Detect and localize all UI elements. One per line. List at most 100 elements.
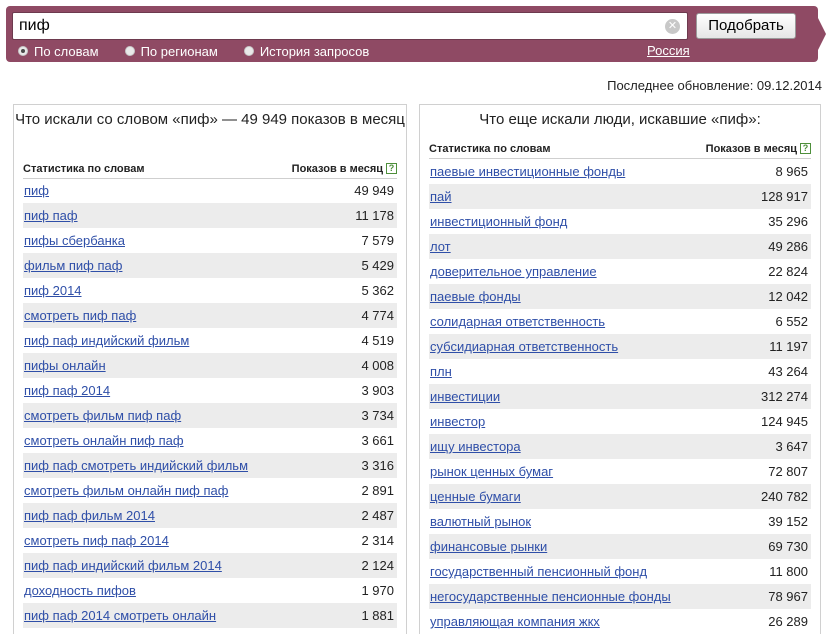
table-row: смотреть пиф паф 2014 2 314 xyxy=(23,528,397,553)
keyword-link[interactable]: смотреть пиф паф xyxy=(24,308,136,323)
keyword-link[interactable]: плн xyxy=(430,364,452,379)
region-link[interactable]: Россия xyxy=(647,43,690,58)
table-row: финансовые рынки 69 730 xyxy=(429,534,811,559)
column-count-header: Показов в месяц? xyxy=(292,163,397,175)
keyword-link[interactable]: пифы онлайн xyxy=(24,358,106,373)
keyword-link[interactable]: смотреть фильм онлайн пиф паф xyxy=(24,483,228,498)
search-mode-tabs: По словам По регионам История запросов xyxy=(18,43,395,59)
impressions-count: 78 967 xyxy=(768,589,808,604)
impressions-count: 2 487 xyxy=(361,508,394,523)
keyword-link[interactable]: пиф паф 2014 смотреть онлайн xyxy=(24,608,216,623)
impressions-count: 22 824 xyxy=(768,264,808,279)
radio-icon-checked[interactable] xyxy=(18,46,28,56)
clear-icon[interactable]: ✕ xyxy=(665,19,680,34)
keyword-link[interactable]: пифы сбербанка xyxy=(24,233,125,248)
table-row: паевые инвестиционные фонды 8 965 xyxy=(429,159,811,184)
keyword-link[interactable]: пиф паф смотреть индийский фильм xyxy=(24,458,248,473)
tab-by-regions[interactable]: По регионам xyxy=(124,44,218,59)
panel-title: Что еще искали люди, искавшие «пиф»: xyxy=(479,111,761,128)
radio-icon[interactable] xyxy=(243,46,254,56)
impressions-count: 1 881 xyxy=(361,608,394,623)
table-row: рынок ценных бумаг 72 807 xyxy=(429,459,811,484)
keyword-link[interactable]: паевые фонды xyxy=(430,289,521,304)
keyword-link[interactable]: солидарная ответственность xyxy=(430,314,605,329)
impressions-count: 4 008 xyxy=(361,358,394,373)
impressions-count: 3 661 xyxy=(361,433,394,448)
table-row: лот 49 286 xyxy=(429,234,811,259)
keyword-link[interactable]: пиф xyxy=(24,183,49,198)
table-row: солидарная ответственность 6 552 xyxy=(429,309,811,334)
help-icon[interactable]: ? xyxy=(800,143,811,154)
search-input[interactable] xyxy=(19,16,659,36)
impressions-count: 6 552 xyxy=(775,314,808,329)
table-row: плн 43 264 xyxy=(429,359,811,384)
radio-icon[interactable] xyxy=(124,46,135,56)
table-row: пиф паф 11 178 xyxy=(23,203,397,228)
table-row: пифы онлайн 4 008 xyxy=(23,353,397,378)
tab-query-history[interactable]: История запросов xyxy=(243,44,369,59)
impressions-count: 35 296 xyxy=(768,214,808,229)
table-row: негосударственные пенсионные фонды 78 967 xyxy=(429,584,811,609)
keyword-link[interactable]: смотреть фильм пиф паф xyxy=(24,408,181,423)
keyword-link[interactable]: лот xyxy=(430,239,451,254)
table-row: инвестор 124 945 xyxy=(429,409,811,434)
impressions-count: 12 042 xyxy=(768,289,808,304)
table-row: пиф паф 2014 смотреть онлайн 1 881 xyxy=(23,603,397,628)
keyword-link[interactable]: негосударственные пенсионные фонды xyxy=(430,589,671,604)
table-row: пиф паф 2014 3 903 xyxy=(23,378,397,403)
impressions-count: 26 289 xyxy=(768,614,808,629)
keyword-link[interactable]: субсидиарная ответственность xyxy=(430,339,618,354)
impressions-count: 11 178 xyxy=(355,208,394,223)
keyword-link[interactable]: инвестиции xyxy=(430,389,500,404)
help-icon[interactable]: ? xyxy=(386,163,397,174)
keyword-link[interactable]: ценные бумаги xyxy=(430,489,521,504)
keyword-link[interactable]: пиф 2014 xyxy=(24,283,82,298)
related-searches-panel: Что еще искали люди, искавшие «пиф»: Ста… xyxy=(419,104,821,634)
tab-by-words[interactable]: По словам xyxy=(18,44,99,59)
keyword-link[interactable]: доверительное управление xyxy=(430,264,597,279)
keyword-link[interactable]: пиф паф xyxy=(24,208,78,223)
impressions-count: 124 945 xyxy=(761,414,808,429)
related-table: паевые инвестиционные фонды 8 965 пай 128 9… xyxy=(429,159,811,634)
impressions-count: 4 774 xyxy=(361,308,394,323)
column-count-header: Показов в месяц? xyxy=(706,143,811,155)
keyword-link[interactable]: смотреть пиф паф 2014 xyxy=(24,533,169,548)
keyword-link[interactable]: фильм пиф паф xyxy=(24,258,122,273)
panel-title: Что искали со словом «пиф» — 49 949 пока… xyxy=(15,111,405,128)
table-row: субсидиарная ответственность 11 197 xyxy=(429,334,811,359)
keyword-link[interactable]: валютный рынок xyxy=(430,514,531,529)
keyword-link[interactable]: паевые инвестиционные фонды xyxy=(430,164,625,179)
table-row: смотреть онлайн пиф паф 3 661 xyxy=(23,428,397,453)
keyword-link[interactable]: рынок ценных бумаг xyxy=(430,464,553,479)
impressions-count: 2 124 xyxy=(361,558,394,573)
keyword-link[interactable]: управляющая компания жкх xyxy=(430,614,600,629)
keyword-link[interactable]: пай xyxy=(430,189,452,204)
impressions-count: 8 965 xyxy=(775,164,808,179)
impressions-count: 43 264 xyxy=(768,364,808,379)
table-row: инвестиционный фонд 35 296 xyxy=(429,209,811,234)
impressions-count: 11 800 xyxy=(769,564,808,579)
keyword-link[interactable]: пиф паф 2014 xyxy=(24,383,110,398)
table-row: пифы сбербанка 7 579 xyxy=(23,228,397,253)
table-row: пиф 2014 5 362 xyxy=(23,278,397,303)
table-row: паевые фонды 12 042 xyxy=(429,284,811,309)
keyword-link[interactable]: пиф паф индийский фильм xyxy=(24,333,189,348)
keyword-link[interactable]: инвестор xyxy=(430,414,485,429)
table-row: пай 128 917 xyxy=(429,184,811,209)
keyword-link[interactable]: финансовые рынки xyxy=(430,539,547,554)
keyword-link[interactable]: доходность пифов xyxy=(24,583,136,598)
keyword-link[interactable]: государственный пенсионный фонд xyxy=(430,564,647,579)
table-row: ценные бумаги 240 782 xyxy=(429,484,811,509)
keyword-link[interactable]: пиф паф индийский фильм 2014 xyxy=(24,558,222,573)
table-row: доходность пифов 1 970 xyxy=(23,578,397,603)
keyword-stats-panel: Что искали со словом «пиф» — 49 949 пока… xyxy=(13,104,407,634)
impressions-count: 3 734 xyxy=(361,408,394,423)
keyword-link[interactable]: ищу инвестора xyxy=(430,439,521,454)
search-bar-arrow xyxy=(812,6,826,62)
submit-button[interactable]: Подобрать xyxy=(696,13,796,39)
keyword-link[interactable]: смотреть онлайн пиф паф xyxy=(24,433,184,448)
table-row: фильм пиф паф 5 429 xyxy=(23,253,397,278)
impressions-count: 72 807 xyxy=(768,464,808,479)
keyword-link[interactable]: инвестиционный фонд xyxy=(430,214,567,229)
keyword-link[interactable]: пиф паф фильм 2014 xyxy=(24,508,155,523)
